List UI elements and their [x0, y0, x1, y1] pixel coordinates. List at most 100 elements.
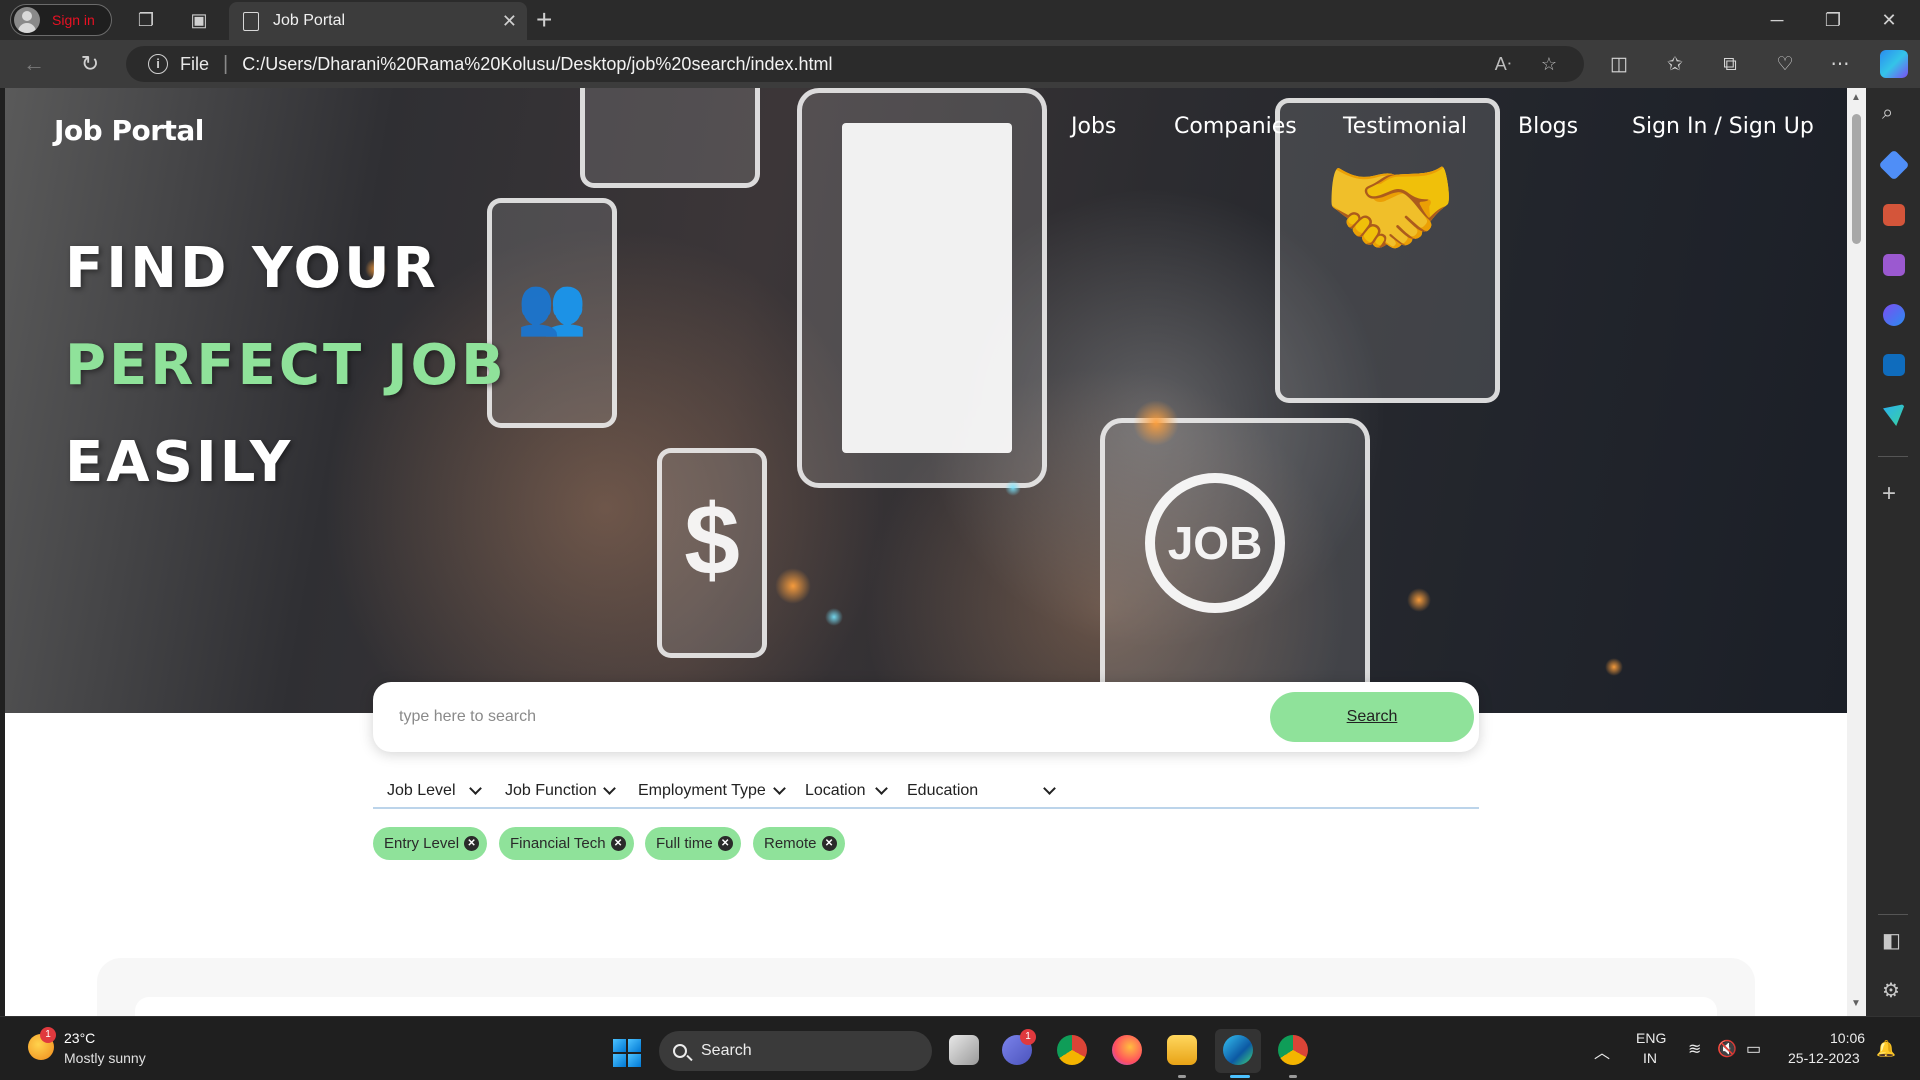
weather-description[interactable]: Mostly sunny — [64, 1050, 146, 1066]
battery-icon[interactable]: ▭ — [1746, 1039, 1761, 1059]
nav-jobs[interactable]: Jobs — [1071, 114, 1116, 139]
outlook-icon[interactable] — [1883, 354, 1905, 376]
chrome-profile-icon[interactable] — [1278, 1035, 1308, 1065]
nav-testimonial[interactable]: Testimonial — [1343, 114, 1467, 139]
chip-entry-level: Entry Level ✕ — [373, 827, 488, 860]
chevron-down-icon — [1043, 782, 1056, 795]
tab-actions-icon[interactable]: ▣ — [187, 8, 211, 32]
close-window-icon[interactable]: ✕ — [1866, 4, 1912, 36]
page-scrollbar[interactable]: ▲ ▼ — [1847, 88, 1866, 1016]
notification-bell-icon[interactable]: 🔔 — [1876, 1039, 1896, 1059]
split-screen-icon[interactable]: ◫ — [1606, 52, 1632, 78]
filter-label: Employment Type — [638, 782, 766, 799]
language-indicator-1[interactable]: ENG — [1636, 1030, 1666, 1046]
chevron-down-icon — [773, 782, 786, 795]
favorites-icon[interactable]: ✩ — [1662, 52, 1688, 78]
desktop-screen: Sign in ❐ ▣ Job Portal ✕ + ─ ❐ ✕ ← ↻ i F… — [0, 0, 1920, 1080]
file-explorer-icon[interactable] — [1167, 1035, 1197, 1065]
chip-label: Financial Tech — [510, 835, 606, 852]
nav-blogs[interactable]: Blogs — [1518, 114, 1578, 139]
firefox-icon[interactable] — [1112, 1035, 1142, 1065]
filter-location[interactable]: Location — [805, 776, 890, 806]
hero-banner: 👥 🤝 $ JOB Job Portal Jobs Companies Test… — [5, 88, 1847, 713]
taskbar-search-label: Search — [701, 1042, 752, 1059]
copilot-icon[interactable] — [1880, 50, 1908, 78]
wifi-icon[interactable]: ≋ — [1688, 1039, 1701, 1059]
more-options-icon[interactable]: ⋯ — [1827, 52, 1853, 78]
address-bar[interactable]: i File | C:/Users/Dharani%20Rama%20Kolus… — [126, 46, 1584, 82]
browser-tab-strip: Sign in ❐ ▣ Job Portal ✕ + ─ ❐ ✕ — [0, 0, 1920, 40]
sidebar-search-icon[interactable]: ⌕ — [1882, 102, 1893, 125]
scroll-up-icon[interactable]: ▲ — [1851, 92, 1861, 103]
search-button[interactable]: Search — [1270, 692, 1474, 742]
chip-remote: Remote ✕ — [753, 827, 845, 860]
collections-icon[interactable]: ⧉ — [1717, 52, 1743, 78]
url-text[interactable]: C:/Users/Dharani%20Rama%20Kolusu/Desktop… — [242, 54, 832, 75]
minimize-icon[interactable]: ─ — [1754, 4, 1800, 36]
sidebar-divider — [1878, 456, 1908, 457]
active-indicator — [1230, 1075, 1250, 1078]
workspaces-icon[interactable]: ❐ — [134, 8, 158, 32]
browser-essentials-icon[interactable]: ♡ — [1772, 52, 1798, 78]
taskbar-search[interactable]: Search — [659, 1031, 932, 1071]
windows-start-icon[interactable] — [613, 1039, 641, 1067]
volume-muted-icon[interactable]: 🔇 — [1717, 1039, 1737, 1059]
info-icon[interactable]: i — [148, 54, 168, 74]
edge-icon[interactable] — [1223, 1035, 1253, 1065]
hide-sidebar-icon[interactable]: ◧ — [1882, 928, 1901, 953]
restore-icon[interactable]: ❐ — [1810, 4, 1856, 36]
refresh-icon[interactable]: ↻ — [76, 50, 104, 78]
favorite-star-icon[interactable]: ☆ — [1536, 54, 1562, 75]
profile-label: Sign in — [52, 12, 95, 28]
chrome-icon[interactable] — [1057, 1035, 1087, 1065]
job-search-input[interactable] — [387, 692, 1249, 742]
hero-panel-resume — [797, 88, 1047, 488]
drop-icon[interactable] — [1883, 404, 1905, 426]
tab-close-icon[interactable]: ✕ — [502, 11, 517, 32]
tools-briefcase-icon[interactable] — [1883, 204, 1905, 226]
edge-sidebar: ⌕ + ◧ ⚙ — [1866, 88, 1920, 1016]
tab-job-portal[interactable]: Job Portal ✕ — [229, 2, 527, 40]
scroll-thumb[interactable] — [1852, 114, 1861, 244]
filter-label: Education — [907, 782, 979, 799]
headline-line-2: PERFECT JOB — [65, 333, 507, 398]
remove-chip-icon[interactable]: ✕ — [821, 836, 837, 851]
weather-temperature[interactable]: 23°C — [64, 1030, 95, 1046]
games-icon[interactable] — [1883, 254, 1905, 276]
copilot-sidebar-icon[interactable] — [1883, 304, 1905, 326]
chevron-down-icon — [603, 782, 616, 795]
nav-sign-in-sign-up[interactable]: Sign In / Sign Up — [1632, 114, 1814, 139]
language-indicator-2[interactable]: IN — [1643, 1050, 1657, 1066]
shopping-tag-icon[interactable] — [1878, 149, 1910, 181]
chevron-down-icon — [875, 782, 888, 795]
task-view-icon[interactable] — [949, 1035, 979, 1065]
new-tab-icon[interactable]: + — [536, 4, 552, 36]
read-aloud-icon[interactable]: Aᐧ — [1490, 54, 1516, 75]
profile-button[interactable]: Sign in — [10, 4, 112, 36]
resume-document-icon — [842, 123, 1012, 453]
job-card[interactable] — [135, 997, 1717, 1016]
running-indicator — [1289, 1075, 1297, 1078]
remove-chip-icon[interactable]: ✕ — [610, 836, 626, 851]
search-icon — [673, 1044, 687, 1058]
site-logo[interactable]: Job Portal — [54, 114, 204, 147]
scroll-down-icon[interactable]: ▼ — [1851, 998, 1861, 1009]
show-hidden-icons-chevron-icon[interactable]: ︿ — [1594, 1039, 1610, 1063]
filter-job-function[interactable]: Job Function — [505, 776, 617, 806]
clock-time[interactable]: 10:06 — [1830, 1030, 1865, 1046]
back-arrow-icon[interactable]: ← — [20, 50, 48, 78]
remove-chip-icon[interactable]: ✕ — [464, 836, 480, 851]
filter-job-level[interactable]: Job Level — [387, 776, 485, 806]
nav-companies[interactable]: Companies — [1174, 114, 1297, 139]
filter-education[interactable]: Education — [907, 776, 1057, 806]
sidebar-settings-gear-icon[interactable]: ⚙ — [1882, 978, 1900, 1003]
sidebar-divider — [1878, 914, 1908, 915]
filter-label: Job Function — [505, 782, 597, 799]
hero-panel-job: JOB — [1100, 418, 1370, 713]
filter-employment-type[interactable]: Employment Type — [638, 776, 788, 806]
chip-financial-tech: Financial Tech ✕ — [499, 827, 634, 860]
add-sidebar-app-icon[interactable]: + — [1882, 480, 1896, 508]
hero-glow — [1605, 658, 1623, 676]
clock-date[interactable]: 25-12-2023 — [1788, 1050, 1860, 1066]
remove-chip-icon[interactable]: ✕ — [717, 836, 733, 851]
